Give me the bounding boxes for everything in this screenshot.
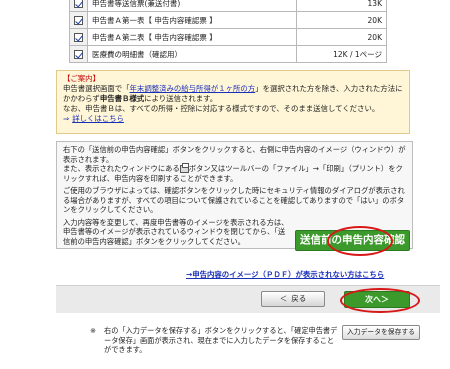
include-checkbox[interactable] [69, 0, 88, 12]
form-b-label: 申告書Ｂ様式 [99, 94, 145, 103]
notice-text-2: なお、申告書Ｂは、すべての所得・控除に対応する様式ですので、そのまま送信してくだ… [63, 104, 380, 113]
document-name: 申告書Ａ第二表【 申告内容確認票 】 [86, 28, 298, 46]
document-size: 20K [296, 11, 387, 29]
document-size: 13K [296, 0, 387, 12]
table-row: 医療費の明細書（確認用） 12K / 1ページ [69, 45, 387, 63]
highlight-ellipse [340, 288, 420, 313]
detail-row: ⇒ 詳しくはこちら [63, 114, 403, 124]
document-size: 12K / 1ページ [296, 45, 387, 63]
document-name: 申告書Ａ第一表【 申告内容確認票 】 [86, 11, 298, 29]
printer-icon [179, 163, 189, 173]
document-list-table: 申告書等送信票(兼送付書) 13K 申告書Ａ第一表【 申告内容確認票 】 20K… [69, 0, 387, 63]
chevron-left-icon: ＜ [279, 294, 288, 303]
notice-title: 【ご案内】 [63, 74, 100, 83]
document-name: 申告書等送信票(兼送付書) [86, 0, 298, 12]
arrow-icon: ⇒ [63, 114, 70, 123]
info-para-1b: また、表示されたウィンドウにある ボタン又はツールバーの「ファイル」→「印刷」（プ… [63, 163, 406, 183]
pdf-help-link[interactable]: →申告内容のイメージ（ＰＤＦ）が表示されない方はこちら [186, 269, 384, 280]
back-button[interactable]: ＜戻る [261, 291, 325, 307]
save-note-text: 右の「入力データを保存する」ボタンをクリックすると、「確定申告書データ保存」画面… [104, 326, 338, 354]
note-mark: ※ [90, 326, 97, 335]
info-para-1b-pre: また、表示されたウィンドウにある [63, 164, 180, 173]
document-size: 20K [296, 28, 387, 46]
back-label: 戻る [291, 294, 307, 303]
details-link[interactable]: 詳しくはこちら [72, 114, 124, 123]
save-note: ※ 右の「入力データを保存する」ボタンをクリックすると、「確定申告書データ保存」… [90, 326, 338, 355]
notice-text-1: 申告書選択画面で「年末調整済みの給与所得が１ヶ所の方」を選択された方を除き、入力… [63, 84, 403, 104]
checkmark-icon[interactable] [73, 15, 83, 25]
include-checkbox[interactable] [69, 11, 88, 29]
checkmark-icon[interactable] [73, 32, 83, 42]
info-para-3: 入力内容等を変更して、再度申告書等のイメージを表示される方は、申告書等のイメージ… [63, 217, 289, 246]
document-name: 医療費の明細書（確認用） [86, 45, 298, 63]
table-row: 申告書Ａ第一表【 申告内容確認票 】 20K [69, 11, 387, 29]
table-row: 申告書Ａ第二表【 申告内容確認票 】 20K [69, 28, 387, 46]
highlight-ellipse [327, 226, 393, 256]
include-checkbox[interactable] [69, 28, 88, 46]
checkmark-icon[interactable] [73, 0, 83, 8]
checkmark-icon[interactable] [73, 49, 83, 59]
notice-line2-post: により送信されます。 [144, 94, 218, 103]
notice-box: 【ご案内】 申告書選択画面で「年末調整済みの給与所得が１ヶ所の方」を選択された方… [56, 70, 410, 134]
info-para-1: 右下の「送信前の申告内容確認」ボタンをクリックすると、右側に申告内容のイメージ（… [63, 145, 406, 164]
include-checkbox[interactable] [69, 45, 88, 63]
info-para-2: ご使用のブラウザによっては、確認ボタンをクリックした時にセキュリティ情報のダイア… [63, 186, 405, 214]
save-input-data-button[interactable]: 入力データを保存する [342, 325, 420, 340]
notice-line1-pre: 申告書選択画面で「 [63, 84, 130, 93]
salary-income-link[interactable]: 年末調整済みの給与所得が１ヶ所の方 [130, 84, 256, 93]
table-row: 申告書等送信票(兼送付書) 13K [69, 0, 387, 12]
